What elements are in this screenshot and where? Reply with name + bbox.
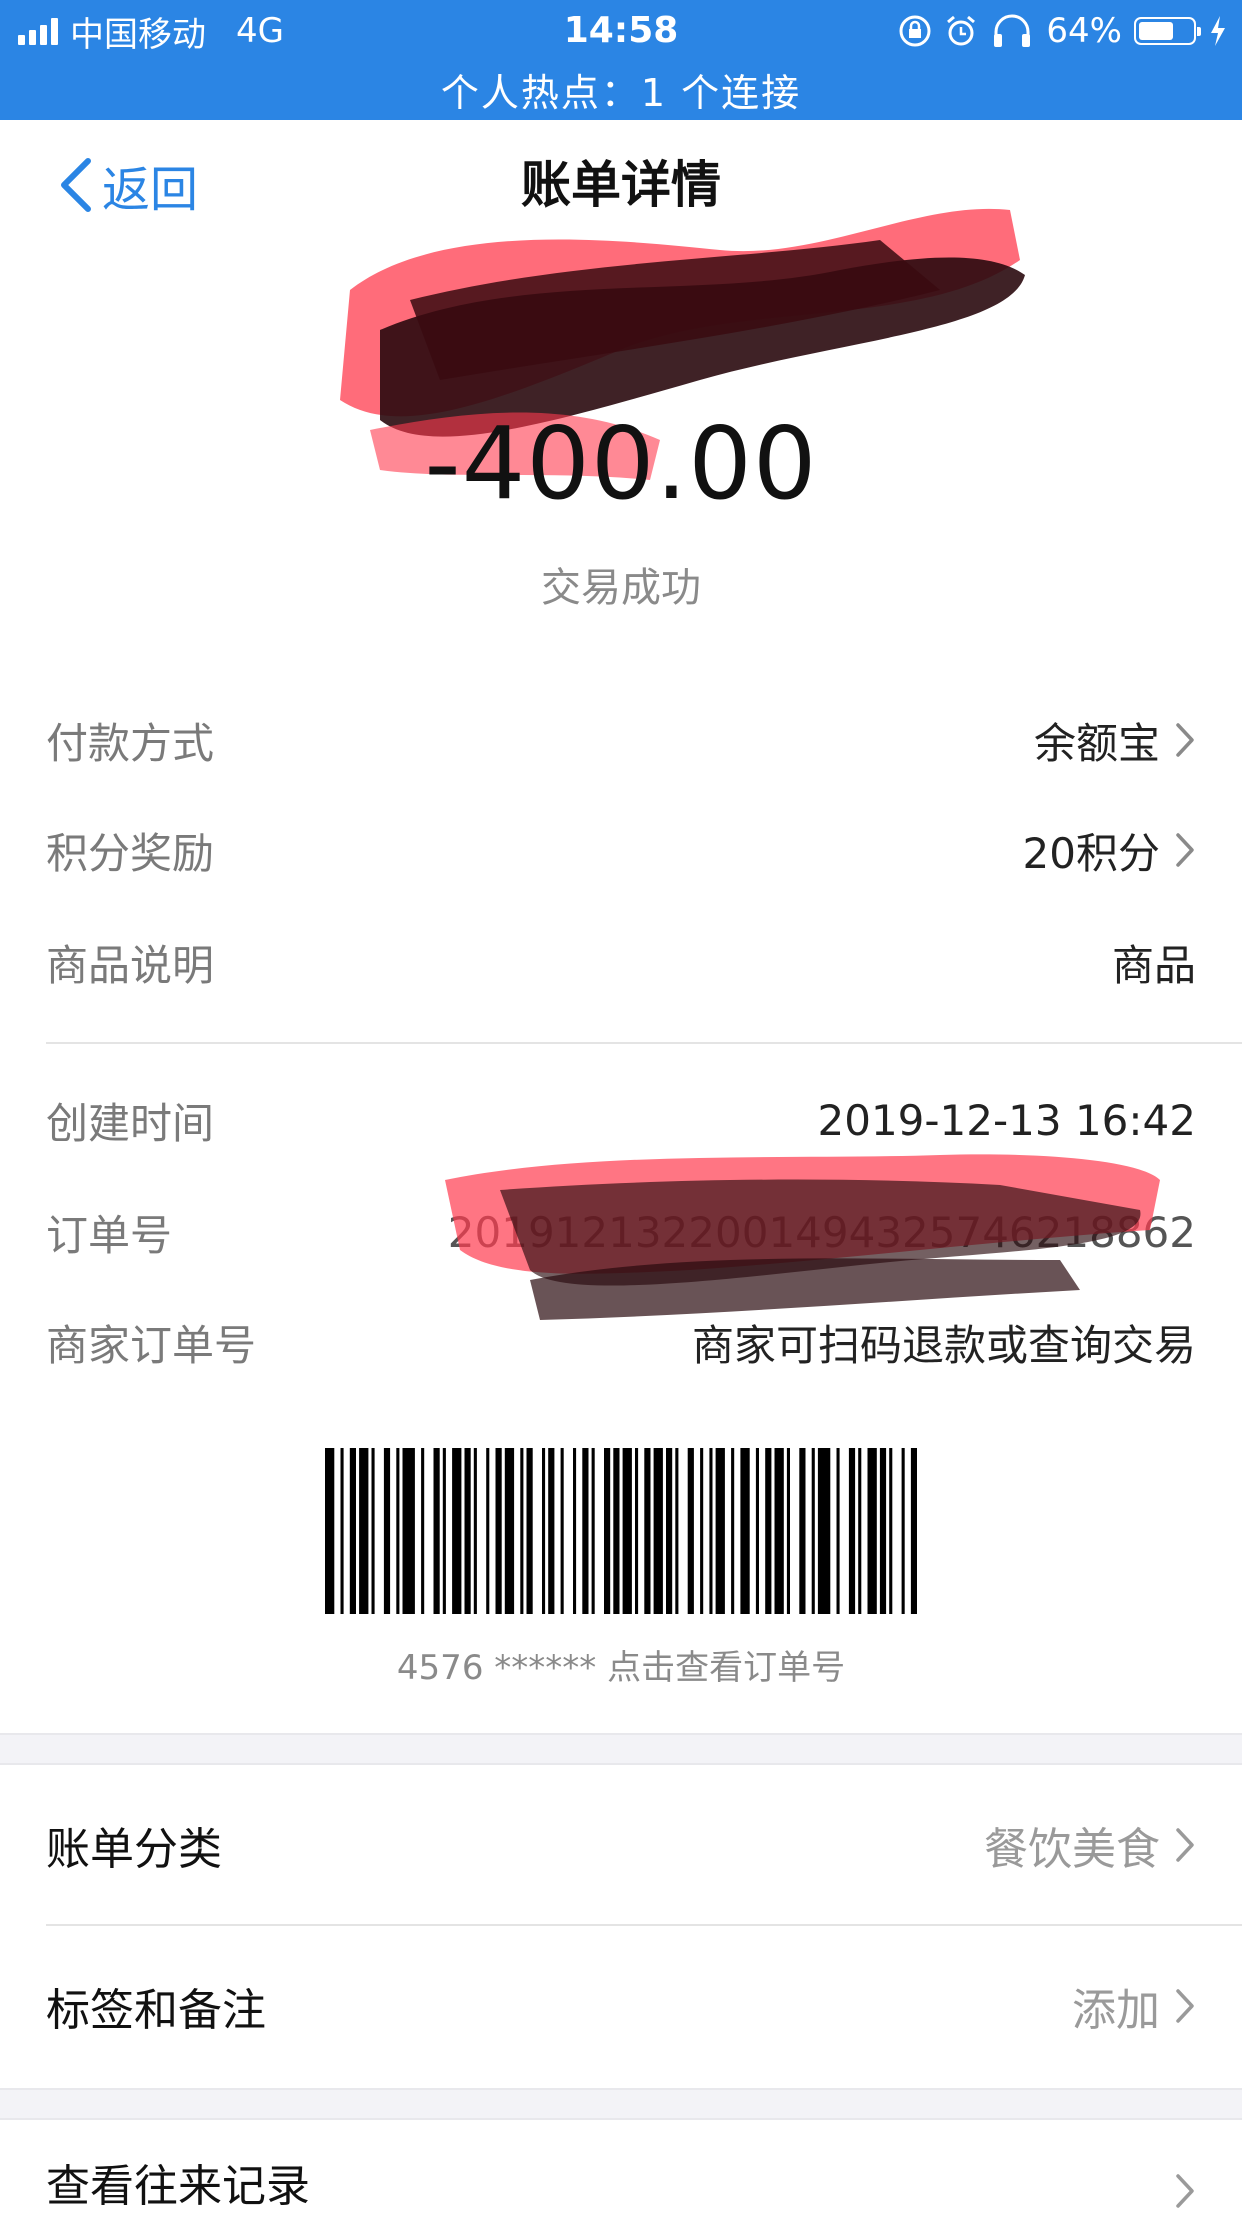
barcode-bar bbox=[879, 1448, 887, 1614]
barcode-bar bbox=[910, 1448, 917, 1614]
barcode-bar bbox=[765, 1448, 772, 1614]
barcode-bar bbox=[675, 1448, 679, 1614]
order-label: 订单号 bbox=[46, 1210, 173, 1260]
barcode-bar bbox=[486, 1448, 490, 1614]
barcode-bar bbox=[901, 1448, 905, 1614]
barcode-bar bbox=[433, 1448, 440, 1614]
barcode-bar bbox=[867, 1448, 877, 1614]
barcode-bar bbox=[889, 1448, 893, 1614]
detail-label: 付款方式 bbox=[46, 718, 215, 768]
detail-value: 商品 bbox=[1111, 940, 1196, 990]
barcode-bar bbox=[613, 1448, 620, 1614]
barcode-bar bbox=[731, 1448, 735, 1614]
barcode-bar bbox=[666, 1448, 673, 1614]
barcode-bar bbox=[402, 1448, 415, 1614]
barcode-bar bbox=[635, 1448, 639, 1614]
barcode-bar bbox=[504, 1448, 515, 1614]
alarm-icon bbox=[947, 15, 976, 46]
barcode-bar bbox=[687, 1448, 694, 1614]
barcode-bar bbox=[452, 1448, 462, 1614]
barcode-bar bbox=[560, 1448, 564, 1614]
barcode-bar bbox=[644, 1448, 651, 1614]
barcode-bar bbox=[858, 1448, 862, 1614]
chevron-right-icon bbox=[1176, 1828, 1194, 1862]
barcode-bar bbox=[715, 1448, 725, 1614]
barcode-bar bbox=[786, 1448, 790, 1614]
view-history-row[interactable]: 查看往来记录 bbox=[46, 2150, 1196, 2230]
barcode-bar bbox=[774, 1448, 784, 1614]
barcode-caption[interactable]: 4576 ****** 点击查看订单号 bbox=[0, 1640, 1242, 1689]
detail-label: 积分奖励 bbox=[46, 828, 215, 878]
barcode-bar bbox=[396, 1448, 400, 1614]
barcode-bar bbox=[755, 1448, 759, 1614]
barcode-bar bbox=[811, 1448, 815, 1614]
chevron-right-icon bbox=[1176, 2174, 1194, 2208]
detail-value: 20积分 bbox=[1022, 828, 1160, 878]
barcode-bar bbox=[526, 1448, 533, 1614]
order-label: 创建时间 bbox=[46, 1098, 215, 1148]
barcode-bar bbox=[709, 1448, 713, 1614]
order-label: 商家订单号 bbox=[46, 1320, 257, 1370]
bill-category-label: 账单分类 bbox=[46, 1824, 222, 1875]
view-history-label: 查看往来记录 bbox=[46, 2161, 310, 2212]
detail-value: 余额宝 bbox=[1033, 718, 1160, 768]
barcode-bar bbox=[371, 1448, 375, 1614]
barcode-bar bbox=[700, 1448, 704, 1614]
barcode-bar bbox=[325, 1448, 335, 1614]
rotation-lock-icon bbox=[899, 15, 931, 47]
tags-notes-value: 添加 bbox=[1072, 1985, 1160, 2036]
barcode-bar bbox=[622, 1448, 632, 1614]
barcode-bar bbox=[799, 1448, 806, 1614]
order-value: 2019-12-13 16:42 bbox=[817, 1095, 1196, 1145]
charging-icon bbox=[1211, 16, 1225, 46]
transaction-amount: -400.00 bbox=[424, 405, 818, 522]
bill-category-row[interactable]: 账单分类 餐饮美食 bbox=[46, 1765, 1196, 1925]
chevron-right-icon bbox=[1176, 723, 1194, 757]
status-bar: 中国移动 4G 14:58 64% 个人热点：1 个连接 bbox=[0, 0, 1242, 120]
detail-row-points[interactable]: 积分奖励 20积分 bbox=[46, 820, 1196, 880]
barcode-bar bbox=[573, 1448, 577, 1614]
barcode-bar bbox=[836, 1448, 840, 1614]
divider bbox=[46, 1042, 1242, 1044]
barcode-bar bbox=[817, 1448, 831, 1614]
barcode-bar bbox=[383, 1448, 391, 1614]
section-separator bbox=[0, 1733, 1242, 1765]
barcode-bar bbox=[848, 1448, 856, 1614]
barcode-bar bbox=[442, 1448, 446, 1614]
section-separator bbox=[0, 2088, 1242, 2120]
barcode-bar bbox=[340, 1448, 344, 1614]
barcode-bar bbox=[473, 1448, 477, 1614]
detail-label: 商品说明 bbox=[46, 940, 215, 990]
chevron-right-icon bbox=[1176, 1989, 1194, 2023]
tags-notes-label: 标签和备注 bbox=[46, 1985, 266, 2036]
chevron-right-icon bbox=[1176, 833, 1194, 867]
detail-row-product: 商品说明 商品 bbox=[46, 932, 1196, 992]
barcode-bar bbox=[582, 1448, 589, 1614]
headphones-icon bbox=[994, 14, 1031, 47]
battery-percent: 64% bbox=[1046, 11, 1122, 51]
barcode-bar bbox=[349, 1448, 356, 1614]
transaction-status: 交易成功 bbox=[541, 565, 701, 611]
barcode-bar bbox=[591, 1448, 595, 1614]
barcode-bar bbox=[520, 1448, 524, 1614]
barcode-bar bbox=[548, 1448, 555, 1614]
barcode-bar bbox=[542, 1448, 546, 1614]
barcode-bar bbox=[604, 1448, 611, 1614]
barcode-bar bbox=[359, 1448, 369, 1614]
bill-category-value: 餐饮美食 bbox=[984, 1824, 1160, 1875]
order-barcode[interactable] bbox=[325, 1448, 917, 1614]
barcode-bar bbox=[464, 1448, 471, 1614]
detail-row-payment-method[interactable]: 付款方式 余额宝 bbox=[46, 710, 1196, 770]
battery-icon bbox=[1134, 17, 1201, 45]
barcode-bar bbox=[653, 1448, 663, 1614]
barcode-bar bbox=[421, 1448, 425, 1614]
barcode-bar bbox=[495, 1448, 502, 1614]
tags-notes-row[interactable]: 标签和备注 添加 bbox=[46, 1926, 1196, 2086]
redaction-scribble bbox=[445, 1154, 1160, 1320]
barcode-bar bbox=[740, 1448, 750, 1614]
hotspot-banner[interactable]: 个人热点：1 个连接 bbox=[0, 62, 1242, 117]
